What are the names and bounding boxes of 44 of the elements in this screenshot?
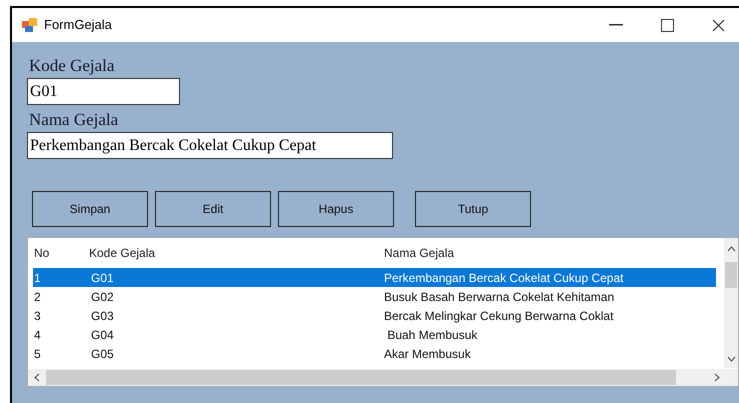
- app-icon: [22, 18, 38, 32]
- window-title: FormGejala: [44, 16, 112, 34]
- table-cell-text: G02: [90, 288, 115, 306]
- list-row[interactable]: 2 G02 Busuk Basah Berwarna Cokelat Kehitaman: [33, 287, 716, 306]
- list-row[interactable]: 1 G01 Perkembangan Bercak Cokelat Cukup Cepat: [33, 268, 716, 287]
- scroll-thumb[interactable]: [725, 262, 737, 288]
- action-button[interactable]: Simpan: [32, 191, 148, 227]
- action-button[interactable]: Tutup: [415, 191, 531, 227]
- list-row[interactable]: 4 G04 Buah Membusuk: [33, 325, 716, 344]
- table-cell-text: 4: [34, 326, 42, 344]
- table-cell-text: 5: [34, 346, 42, 362]
- table-cell-text: G03: [90, 308, 115, 324]
- table-cell-text: G01: [90, 270, 115, 286]
- table-cell-text: Busuk Basah Berwarna Cokelat Kehitaman: [384, 288, 616, 306]
- close-icon[interactable]: [712, 18, 725, 32]
- maximize-icon[interactable]: [661, 18, 674, 32]
- scroll-left-icon[interactable]: [34, 373, 40, 382]
- column-header[interactable]: No: [34, 244, 89, 262]
- table-cell-text: G04: [90, 326, 115, 344]
- table-cell-text: Buah Membusuk: [386, 326, 478, 344]
- column-header[interactable]: Nama Gejala: [384, 244, 714, 262]
- list-row[interactable]: 5 G05 Akar Membusuk: [33, 344, 716, 363]
- list-row[interactable]: 3 G03 Bercak Melingkar Cekung Berwarna Coklat: [33, 306, 716, 325]
- input-field[interactable]: G01: [27, 78, 180, 105]
- field-label: Kode Gejala: [28, 55, 116, 77]
- table-cell-text: 3: [34, 308, 42, 324]
- action-button[interactable]: Edit: [155, 191, 271, 227]
- input-field[interactable]: Perkembangan Bercak Cokelat Cukup Cepat: [27, 132, 393, 159]
- minimize-icon[interactable]: [609, 24, 623, 26]
- column-header[interactable]: Kode Gejala: [89, 244, 384, 262]
- scroll-up-icon[interactable]: [726, 246, 736, 252]
- table-cell-text: 2: [34, 288, 42, 306]
- action-button[interactable]: Hapus: [278, 191, 394, 227]
- field-label: Nama Gejala: [28, 109, 120, 131]
- table-cell-text: Bercak Melingkar Cekung Berwarna Coklat: [384, 308, 614, 324]
- horizontal-scrollbar[interactable]: [28, 369, 738, 386]
- scroll-thumb[interactable]: [46, 370, 676, 385]
- vertical-scrollbar[interactable]: [724, 238, 738, 368]
- table-cell-text: 1: [34, 270, 42, 286]
- scroll-down-icon[interactable]: [726, 356, 736, 362]
- table-cell-text: Perkembangan Bercak Cokelat Cukup Cepat: [384, 270, 624, 286]
- scroll-right-icon[interactable]: [714, 373, 720, 382]
- table-cell-text: G05: [90, 346, 115, 362]
- table-cell-text: Akar Membusuk: [384, 346, 472, 362]
